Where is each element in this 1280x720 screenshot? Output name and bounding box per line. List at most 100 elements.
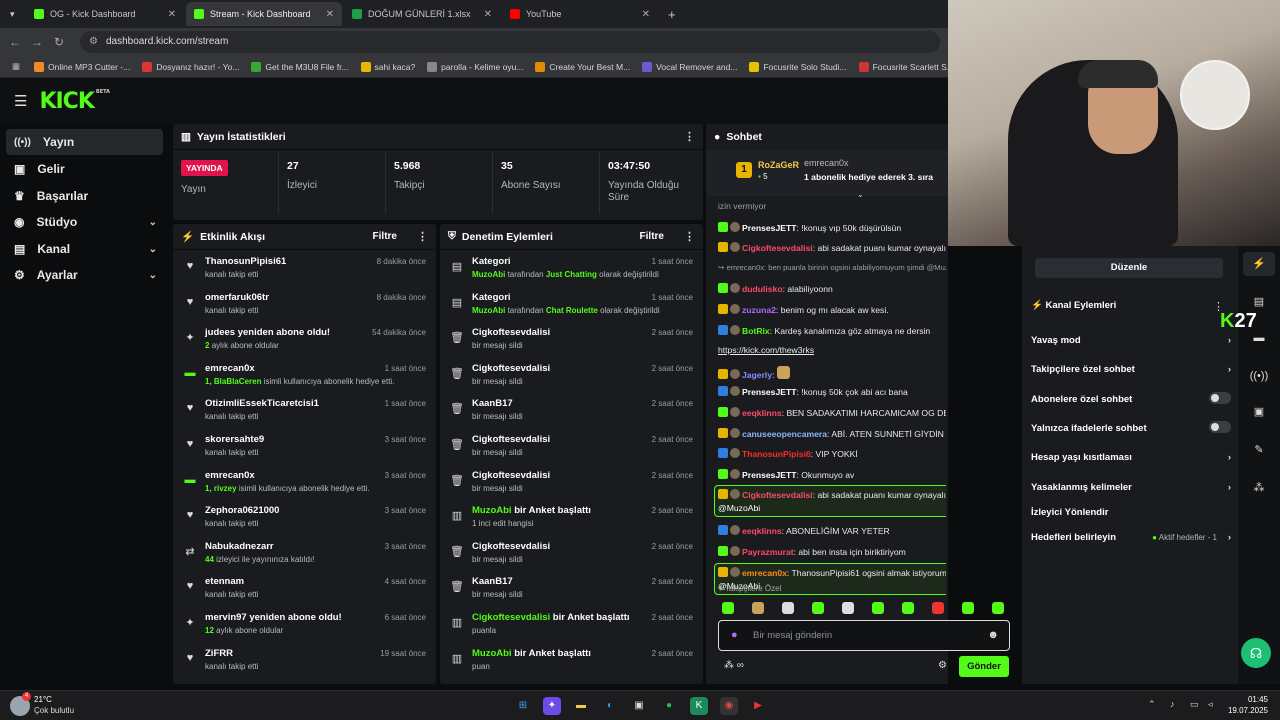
sidebar-item-gelir[interactable]: ▣ Gelir — [6, 156, 163, 182]
chat-username[interactable]: ThanosunPipisi6 — [742, 449, 811, 459]
close-icon[interactable]: ✕ — [326, 9, 334, 20]
close-icon[interactable]: ✕ — [168, 9, 176, 20]
tab-search-icon[interactable]: ▾ — [2, 2, 24, 26]
activity-row[interactable]: ♥ ThanosunPipisi61 kanalı takip etti 8 daki… — [173, 252, 436, 288]
microphone-icon[interactable]: ♪ — [1170, 699, 1175, 709]
chat-message[interactable]: dudulisko: alabiliyoonn — [718, 283, 946, 294]
chat-message[interactable]: Cigkoftesevdalisi: abi sadakat puanı kum… — [718, 242, 946, 253]
moderation-row[interactable]: ▤ Kategori MuzoAbi tarafından Chat Roulett… — [440, 288, 703, 324]
moderation-row[interactable]: 🗑 Cigkoftesevdalisi bir mesajı sildi 2 saat… — [440, 359, 703, 395]
emote-icon[interactable] — [782, 602, 794, 614]
activity-row[interactable]: ♥ skorersahte9 kanalı takip etti 3 saat önc… — [173, 430, 436, 466]
chat-username[interactable]: canuseeopencamera — [742, 429, 827, 439]
apps-grid-icon[interactable]: ▦ — [12, 61, 20, 72]
support-icon[interactable]: ☊ — [1241, 638, 1271, 668]
chevron-down-icon[interactable]: ⌄ — [149, 270, 157, 281]
kick-app-icon[interactable]: K — [690, 697, 708, 715]
chat-message[interactable]: emrecan0x: ThanosunPipisi61 ogsini almak… — [718, 566, 946, 578]
url-field[interactable]: ⚙ dashboard.kick.com/stream — [80, 31, 940, 53]
chat-message[interactable]: PrensesJETT: Okunmuyo av — [718, 468, 946, 480]
chat-username[interactable]: BotRix — [742, 326, 770, 336]
close-icon[interactable]: ✕ — [642, 9, 650, 20]
forward-icon[interactable]: → — [26, 35, 48, 49]
toggle-switch[interactable] — [1209, 421, 1231, 433]
network-icon[interactable]: ▭ — [1190, 699, 1199, 710]
chat-username[interactable]: PrensesJETT — [742, 470, 796, 480]
chat-message[interactable]: PrensesJETT: !konuş 50k çok abi acı bana — [718, 386, 946, 397]
emote-icon[interactable] — [842, 602, 854, 614]
windows-start-icon[interactable]: ⊞ — [514, 697, 532, 715]
chevron-right-icon[interactable]: › — [1228, 335, 1231, 346]
activity-row[interactable]: ✦ mervin97 yeniden abone oldu! 12 aylık ab… — [173, 608, 436, 644]
chat-username[interactable]: PrensesJETT — [742, 223, 796, 233]
chat-username[interactable]: eeqklinns — [742, 526, 782, 536]
gear-icon[interactable]: ⚙ — [938, 660, 947, 671]
chat-message[interactable]: https://kick.com/thew3rks — [718, 345, 946, 355]
moderation-row[interactable]: 🗑 KaanB17 bir mesajı sildi 2 saat önce — [440, 394, 703, 430]
back-icon[interactable]: ← — [4, 35, 26, 49]
chat-message[interactable]: Jagerly: — [718, 365, 946, 380]
chevron-down-icon[interactable]: ⌄ — [149, 244, 157, 255]
bookmark[interactable]: sahi kaca? — [360, 61, 415, 72]
pinned-gift-leaderboard[interactable]: 1 RoZaGeR ▪ 5 emrecan0x 1 abonelik hediy… — [706, 150, 948, 199]
edit-button[interactable]: Düzenle — [1035, 258, 1223, 278]
channel-action-item[interactable]: Yalnızca ifadelerle sohbet — [1031, 421, 1231, 434]
bookmark[interactable]: Focusrite Solo Studi... — [749, 61, 847, 72]
chat-message[interactable]: canuseeopencamera: ABİ. ATEN SUNNETİ GİY… — [718, 427, 946, 439]
channel-action-item[interactable]: Yasaklanmış kelimeler › — [1031, 482, 1231, 493]
chevron-down-icon[interactable]: ⌄ — [149, 217, 157, 228]
moderation-row[interactable]: 🗑 Cigkoftesevdalisi bir mesajı sildi 2 saat… — [440, 537, 703, 573]
moderation-row[interactable]: 🗑 KaanB17 bir mesajı sildi 2 saat önce — [440, 572, 703, 608]
filter-button[interactable]: Filtre — [373, 231, 397, 242]
clock-time[interactable]: 01:45 — [1236, 695, 1268, 704]
emote-icon[interactable] — [872, 602, 884, 614]
bolt-icon[interactable]: ⚡ — [1243, 252, 1275, 276]
bookmark[interactable]: Focusrite Scarlett S... — [858, 61, 954, 72]
broadcast-icon[interactable]: ((•)) — [1243, 364, 1275, 388]
chat-message[interactable]: Cigkoftesevdalisi: abi sadakat puanı kum… — [718, 489, 946, 500]
chat-message[interactable]: eeqklinns: BEN SADAKATIMI HARCAMICAM OG … — [718, 407, 946, 418]
chat-message[interactable]: zuzuna2: benim og mı alacak aw kesi. — [718, 304, 946, 315]
chat-username[interactable]: zuzuna2 — [742, 305, 776, 315]
chat-username[interactable]: emrecan0x: — [726, 263, 766, 272]
chat-username[interactable]: PrensesJETT — [742, 387, 796, 397]
store-icon[interactable]: ▣ — [630, 697, 648, 715]
chat-username[interactable]: dudulisko — [742, 284, 783, 294]
wrench-icon[interactable]: ✎ — [1243, 438, 1275, 462]
chevron-right-icon[interactable]: › — [1228, 364, 1231, 375]
browser-tab[interactable]: OG - Kick Dashboard ✕ — [26, 2, 184, 26]
moderation-row[interactable]: 🗑 Cigkoftesevdalisi bir mesajı sildi 2 saat… — [440, 466, 703, 502]
browser-tab-active[interactable]: Stream - Kick Dashboard ✕ — [186, 2, 342, 26]
emote-icon[interactable] — [812, 602, 824, 614]
chevron-right-icon[interactable]: › — [1228, 452, 1231, 463]
activity-row[interactable]: ♥ Zephora0621000 kanalı takip etti 3 saat ö… — [173, 501, 436, 537]
volume-icon[interactable]: ◃ — [1208, 699, 1213, 710]
bookmark[interactable]: parolla - Kelime oyu... — [427, 61, 523, 72]
sidebar-item-studyo[interactable]: ◉ Stüdyo ⌄ — [6, 209, 163, 235]
chat-username[interactable]: eeqklinns — [742, 408, 782, 418]
bookmark[interactable]: Vocal Remover and... — [642, 61, 737, 72]
channel-action-item[interactable]: Takipçilere özel sohbet › — [1031, 364, 1231, 375]
sidebar-item-yayin[interactable]: ((•)) Yayın — [6, 129, 163, 155]
filter-button[interactable]: Filtre — [640, 231, 664, 242]
activity-row[interactable]: ▬ emrecan0x 1, rivzey isimli kullanıcıya a… — [173, 466, 436, 502]
chat-message[interactable]: Payrazmurat: abi ben insta için biriktir… — [718, 546, 946, 557]
emote-icon[interactable] — [752, 602, 764, 614]
chat-message[interactable]: PrensesJETT: !konuş vıp 50k düşürülsün — [718, 221, 946, 233]
tray-up-icon[interactable]: ⌃ — [1148, 699, 1156, 710]
channel-action-item[interactable]: İzleyici Yönlendir — [1031, 507, 1231, 518]
media-player-icon[interactable]: ▶ — [749, 697, 767, 715]
send-button[interactable]: Gönder — [959, 656, 1009, 677]
channel-action-item[interactable]: Yavaş mod › — [1031, 335, 1231, 346]
chat-points-icon[interactable]: ⁂ ∞ — [724, 660, 744, 671]
chat-message[interactable]: ThanosunPipisi6: VIP YOKKİ — [718, 448, 946, 459]
edge-icon[interactable]: ◐ — [601, 697, 619, 715]
activity-row[interactable]: ♥ etennam kanalı takip etti 4 saat önce — [173, 572, 436, 608]
chrome-icon[interactable]: ◉ — [720, 697, 738, 715]
bookmark[interactable]: Get the M3U8 File fr... — [251, 61, 349, 72]
activity-row[interactable]: ▬ emrecan0x 1, BlaBlaCeren isimli kullanıc… — [173, 359, 436, 395]
chevron-right-icon[interactable]: › — [1228, 482, 1231, 493]
activity-row[interactable]: ⇄ Nabukadnezarr 44 izleyici ile yayınınıza… — [173, 537, 436, 573]
microphone-icon[interactable]: ● — [731, 629, 738, 641]
spotify-icon[interactable]: ● — [660, 697, 678, 715]
